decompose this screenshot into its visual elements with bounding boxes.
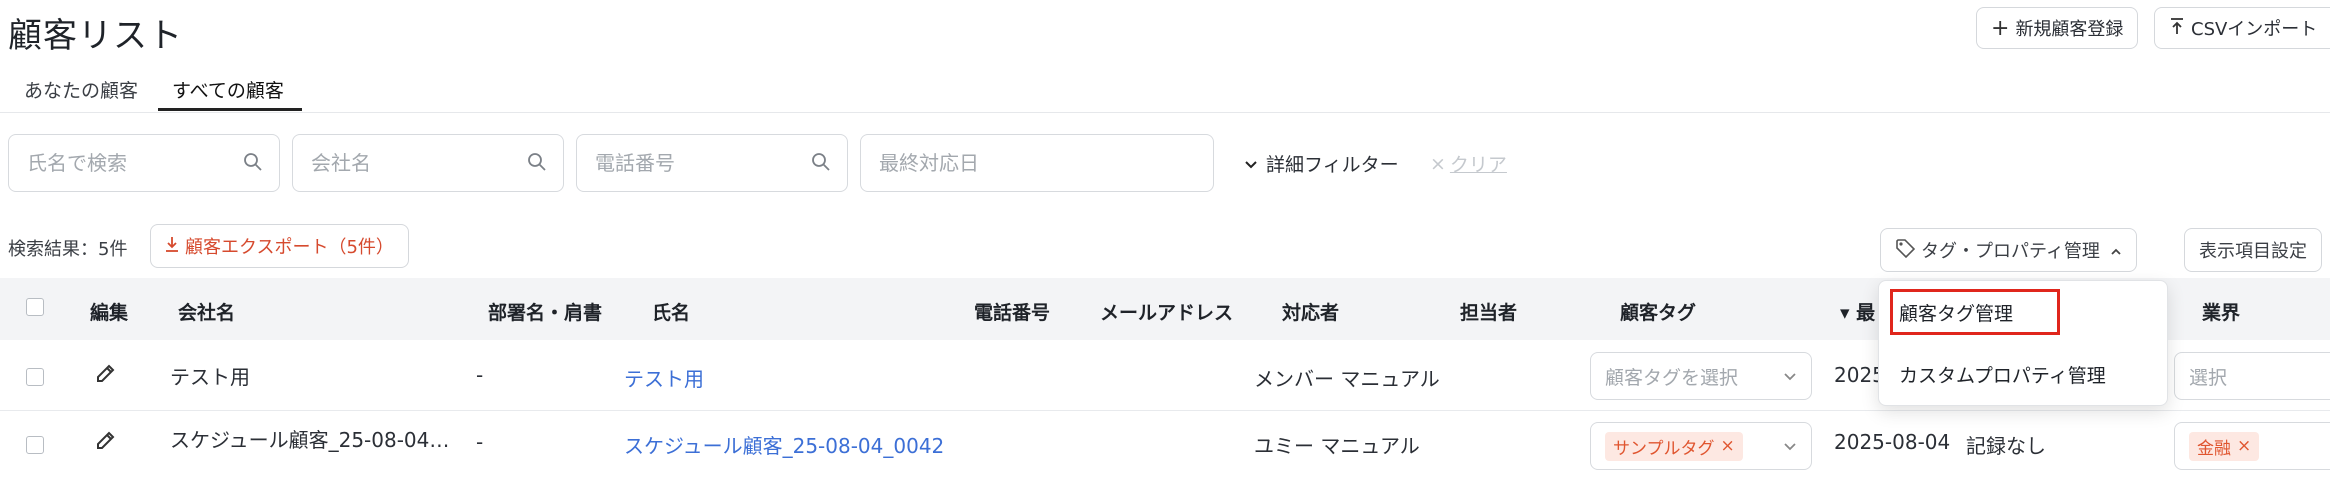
col-name[interactable]: 氏名 xyxy=(652,298,690,325)
search-icon[interactable] xyxy=(527,152,547,176)
phone-search-field[interactable] xyxy=(576,134,848,192)
display-settings-button[interactable]: 表示項目設定 xyxy=(2184,228,2322,272)
industry-chip: 金融 × xyxy=(2189,431,2260,461)
select-all-checkbox[interactable] xyxy=(26,298,44,316)
handler-cell: ユミー マニュアル xyxy=(1254,434,1420,458)
csv-import-button[interactable]: CSVインポート xyxy=(2154,7,2330,49)
col-edit[interactable]: 編集 xyxy=(90,298,128,325)
customer-tag-select[interactable]: サンプルタグ × xyxy=(1590,422,1812,470)
highlight-box xyxy=(1890,289,2060,335)
col-last-contact-sort[interactable]: ▾ 最 xyxy=(1840,298,1875,325)
download-icon xyxy=(165,236,179,257)
active-tab-indicator xyxy=(158,108,302,111)
record-cell: 記録なし xyxy=(1966,434,2046,458)
last-contact-cell: 2025-08-04 xyxy=(1834,430,1951,454)
chevron-down-icon xyxy=(1783,365,1797,387)
tab-bar xyxy=(0,60,2330,113)
menu-item-custom-property-management[interactable]: カスタムプロパティ管理 xyxy=(1899,361,2106,388)
col-last-contact-label: 最 xyxy=(1856,302,1876,324)
upload-icon xyxy=(2169,17,2185,40)
col-owner[interactable]: 担当者 xyxy=(1460,298,1517,325)
col-industry[interactable]: 業界 xyxy=(2202,298,2240,325)
new-customer-label: 新規顧客登録 xyxy=(2015,19,2124,40)
search-icon[interactable] xyxy=(243,152,263,176)
tab-your-customers[interactable]: あなたの顧客 xyxy=(24,76,138,103)
customer-tag-placeholder: 顧客タグを選択 xyxy=(1605,366,1739,389)
clear-filters-link[interactable]: × クリア xyxy=(1430,150,1507,177)
advanced-filter-toggle[interactable]: 詳細フィルター xyxy=(1244,150,1399,177)
plus-icon: + xyxy=(1991,15,2010,41)
tag-property-label: タグ・プロパティ管理 xyxy=(1921,241,2100,262)
tag-chip: サンプルタグ × xyxy=(1605,431,1743,461)
department-cell: - xyxy=(476,363,484,387)
row-checkbox[interactable] xyxy=(26,436,44,454)
department-cell: - xyxy=(476,430,484,454)
tag-icon xyxy=(1895,238,1916,263)
company-search-field[interactable] xyxy=(292,134,564,192)
sort-desc-icon: ▾ xyxy=(1840,302,1850,324)
edit-icon[interactable] xyxy=(94,361,118,389)
col-handler[interactable]: 対応者 xyxy=(1282,298,1339,325)
tab-all-customers[interactable]: すべての顧客 xyxy=(172,76,284,103)
search-result-count: 検索結果：5件 xyxy=(8,239,128,260)
chevron-down-icon xyxy=(1783,435,1797,457)
display-settings-label: 表示項目設定 xyxy=(2199,241,2307,262)
clear-filters-label: クリア xyxy=(1449,154,1507,176)
edit-icon[interactable] xyxy=(94,428,118,456)
page-title: 顧客リスト xyxy=(8,16,183,56)
customer-tag-select[interactable]: 顧客タグを選択 xyxy=(1590,352,1812,400)
name-search-field[interactable] xyxy=(8,134,280,192)
tag-chip-label: サンプルタグ xyxy=(1613,438,1715,459)
export-customers-button[interactable]: 顧客エクスポート（5件） xyxy=(150,224,409,268)
csv-import-label: CSVインポート xyxy=(2191,19,2318,40)
remove-industry-icon[interactable]: × xyxy=(2237,436,2251,456)
col-company[interactable]: 会社名 xyxy=(178,298,235,325)
chevron-down-icon xyxy=(1244,153,1258,175)
name-search-input[interactable] xyxy=(9,135,279,191)
tag-property-button[interactable]: タグ・プロパティ管理 xyxy=(1880,228,2137,272)
last-contact-date-input[interactable] xyxy=(861,135,1213,191)
close-icon: × xyxy=(1430,152,1446,175)
search-icon[interactable] xyxy=(811,152,831,176)
remove-tag-icon[interactable]: × xyxy=(1721,436,1735,456)
phone-search-input[interactable] xyxy=(577,135,847,191)
col-department[interactable]: 部署名・肩書 xyxy=(488,298,602,325)
col-email[interactable]: メールアドレス xyxy=(1100,298,1233,325)
col-customer-tag[interactable]: 顧客タグ xyxy=(1620,298,1696,325)
new-customer-button[interactable]: + 新規顧客登録 xyxy=(1976,7,2139,49)
industry-chip-label: 金融 xyxy=(2197,438,2231,459)
industry-select[interactable]: 選択 xyxy=(2174,352,2330,400)
industry-select[interactable]: 金融 × xyxy=(2174,422,2330,470)
customer-name-link[interactable]: テスト用 xyxy=(624,363,704,392)
last-contact-date-field[interactable] xyxy=(860,134,1214,192)
company-cell: テスト用 xyxy=(170,365,250,389)
col-phone[interactable]: 電話番号 xyxy=(974,298,1050,325)
row-checkbox[interactable] xyxy=(26,368,44,386)
export-customers-label: 顧客エクスポート（5件） xyxy=(185,237,394,258)
advanced-filter-label: 詳細フィルター xyxy=(1266,154,1399,176)
company-search-input[interactable] xyxy=(293,135,563,191)
customer-name-link[interactable]: スケジュール顧客_25-08-04_0042 xyxy=(624,430,944,459)
chevron-up-icon xyxy=(2110,240,2122,261)
company-cell: スケジュール顧客_25-08-04… xyxy=(170,428,450,452)
handler-cell: メンバー マニュアル xyxy=(1254,367,1440,391)
industry-placeholder: 選択 xyxy=(2189,366,2228,389)
